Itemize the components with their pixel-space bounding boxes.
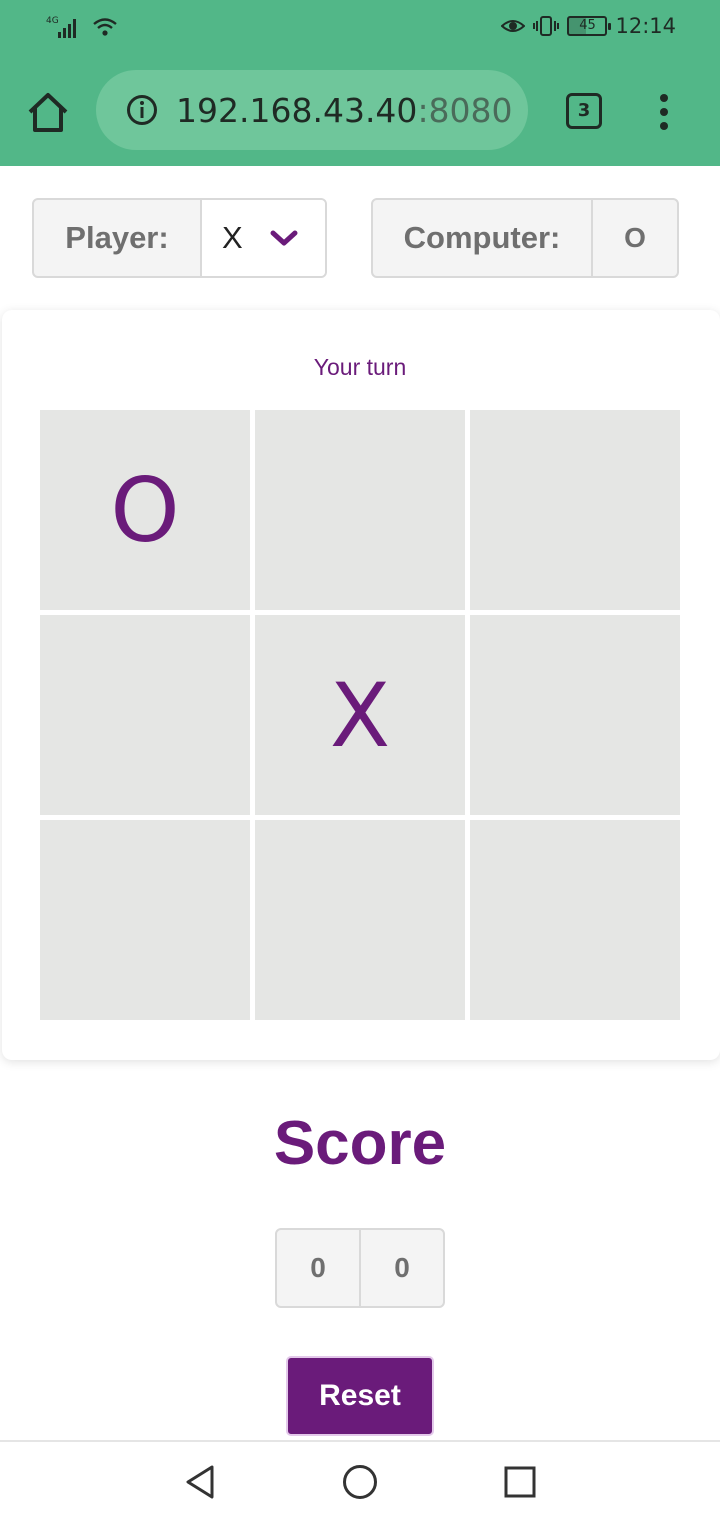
player-score: 0 <box>310 1252 326 1283</box>
url-host: 192.168.43.40 <box>176 90 418 130</box>
player-label: Player: <box>65 220 169 255</box>
recents-icon[interactable] <box>502 1464 538 1500</box>
url-text: 192.168.43.40:8080 <box>176 91 513 130</box>
computer-label: Computer: <box>403 220 561 255</box>
wifi-icon <box>93 18 117 36</box>
home-icon[interactable] <box>24 90 72 134</box>
score-box: 0 0 <box>275 1228 445 1308</box>
game-card: Your turn O X <box>2 310 720 1060</box>
network-type-label: 4G <box>46 16 59 26</box>
board-cell-2[interactable] <box>255 410 465 610</box>
computer-symbol: O <box>591 200 677 276</box>
tabs-icon[interactable]: 3 <box>566 93 602 129</box>
url-port: :8080 <box>417 90 513 130</box>
battery-level: 45 <box>579 18 596 33</box>
battery-icon: 45 <box>567 16 612 36</box>
vibrate-icon <box>533 16 560 36</box>
back-icon[interactable] <box>182 1464 218 1500</box>
more-vert-icon[interactable] <box>654 94 674 130</box>
computer-score: 0 <box>359 1230 443 1306</box>
turn-indicator: Your turn <box>313 354 407 380</box>
board-cell-5[interactable]: X <box>255 615 465 815</box>
status-bar: 4G 45 12:14 <box>0 0 720 56</box>
score-title: Score <box>273 1109 447 1178</box>
info-icon[interactable] <box>126 94 158 126</box>
clock: 12:14 <box>615 14 676 38</box>
eye-icon <box>501 20 526 32</box>
browser-toolbar: 192.168.43.40:8080 3 <box>0 56 720 166</box>
player-select[interactable]: X <box>200 200 325 276</box>
reset-button[interactable]: Reset <box>286 1356 434 1436</box>
computer-selector: Computer: O <box>371 198 679 278</box>
board-cell-4[interactable] <box>40 615 250 815</box>
board-cell-7[interactable] <box>40 820 250 1020</box>
board-cell-6[interactable] <box>470 615 680 815</box>
chevron-down-icon <box>270 230 298 246</box>
game-board: O X <box>40 410 680 1020</box>
signal-icon: 4G <box>46 16 76 38</box>
board-cell-3[interactable] <box>470 410 680 610</box>
board-cell-1[interactable]: O <box>40 410 250 610</box>
system-nav-bar <box>0 1440 720 1520</box>
player-selector: Player: X <box>32 198 327 278</box>
player-select-value: X <box>222 220 243 255</box>
address-bar[interactable]: 192.168.43.40:8080 <box>96 70 528 150</box>
home-circle-icon[interactable] <box>342 1464 378 1500</box>
board-cell-8[interactable] <box>255 820 465 1020</box>
board-cell-9[interactable] <box>470 820 680 1020</box>
